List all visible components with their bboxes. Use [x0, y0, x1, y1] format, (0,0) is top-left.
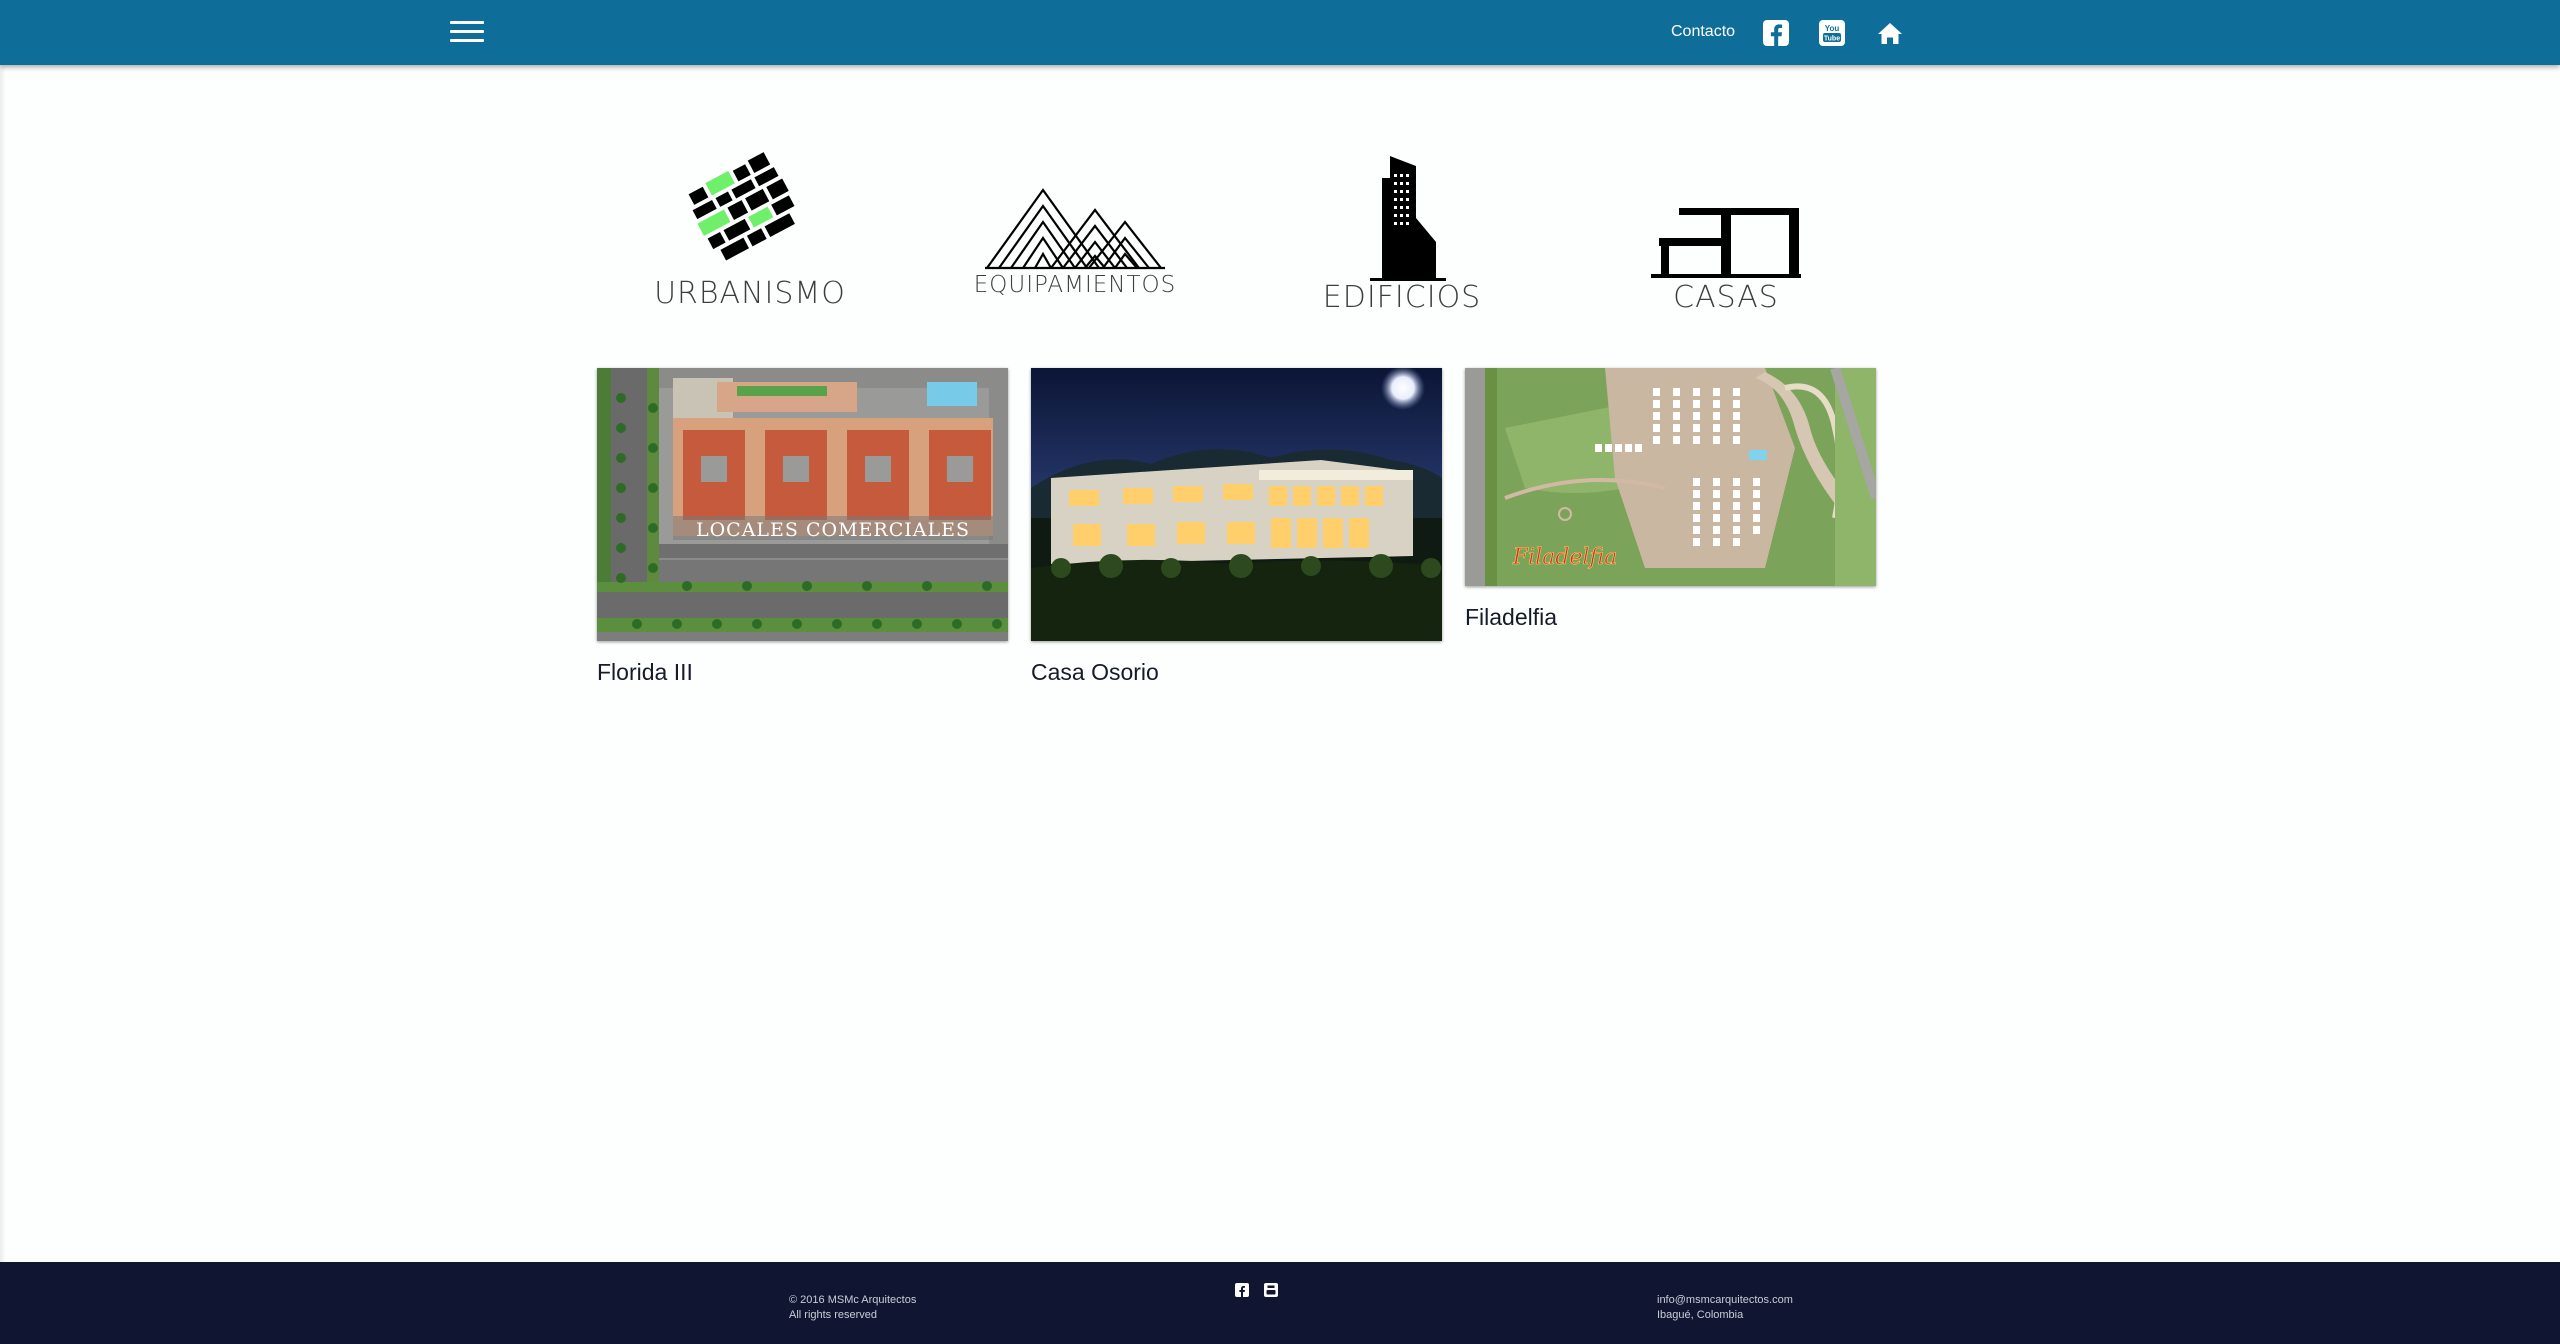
svg-text:You: You	[1825, 24, 1840, 33]
rights-text: All rights reserved	[789, 1309, 878, 1321]
tower-building-icon	[1370, 156, 1446, 281]
contact-link[interactable]: Contacto	[1671, 23, 1735, 41]
category-label: CASAS	[1673, 280, 1779, 315]
category-edificios[interactable]: EDIFICIOS	[1312, 152, 1492, 315]
footer-copyright-block: © 2016 MSMc Arquitectos All rights reser…	[789, 1293, 916, 1323]
mountain-lines-icon	[985, 188, 1165, 270]
youtube-icon[interactable]: You Tube	[1817, 18, 1847, 48]
category-label: URBANISMO	[654, 276, 846, 311]
hamburger-menu-icon[interactable]	[450, 19, 484, 45]
project-card-casa-osorio[interactable]: Casa Osorio	[1031, 368, 1442, 686]
urban-plan-icon	[688, 152, 795, 261]
modern-house-icon	[1651, 208, 1801, 278]
svg-text:Filadelfia: Filadelfia	[1512, 545, 1617, 570]
footer-email[interactable]: info@msmcarquitectos.com	[1657, 1294, 1793, 1306]
facebook-icon[interactable]	[1235, 1283, 1249, 1297]
category-label: EDIFICIOS	[1322, 280, 1482, 315]
top-navbar: Contacto You Tube	[0, 0, 2560, 65]
project-card-florida-iii[interactable]: LOCALES COMERCIALES Florida III	[597, 368, 1008, 686]
category-urbanismo[interactable]: URBANISMO	[650, 152, 850, 311]
project-card-filadelfia[interactable]: Filadelfia Filadelfia	[1465, 368, 1876, 631]
footer: © 2016 MSMc Arquitectos All rights reser…	[0, 1262, 2560, 1344]
svg-text:Tube: Tube	[1824, 36, 1840, 43]
project-title[interactable]: Filadelfia	[1465, 604, 1876, 631]
category-equipamientos[interactable]: EQUIPAMIENTOS	[970, 186, 1180, 298]
facebook-icon[interactable]	[1761, 18, 1791, 48]
copyright-text: © 2016 MSMc Arquitectos	[789, 1294, 917, 1306]
project-title[interactable]: Casa Osorio	[1031, 659, 1442, 686]
project-thumbnail[interactable]: LOCALES COMERCIALES	[597, 368, 1008, 641]
category-label: EQUIPAMIENTOS	[973, 272, 1177, 298]
project-thumbnail[interactable]: Filadelfia	[1465, 368, 1876, 586]
footer-contact-block: info@msmcarquitectos.com Ibagué, Colombi…	[1657, 1293, 1793, 1323]
youtube-icon[interactable]	[1264, 1283, 1278, 1297]
project-thumbnail[interactable]	[1031, 368, 1442, 641]
footer-location: Ibagué, Colombia	[1657, 1309, 1744, 1321]
svg-text:LOCALES COMERCIALES: LOCALES COMERCIALES	[696, 519, 970, 541]
home-icon[interactable]	[1875, 18, 1905, 48]
project-title[interactable]: Florida III	[597, 659, 1008, 686]
category-casas[interactable]: CASAS	[1636, 200, 1816, 315]
page-edge-shadow	[0, 0, 6, 1262]
